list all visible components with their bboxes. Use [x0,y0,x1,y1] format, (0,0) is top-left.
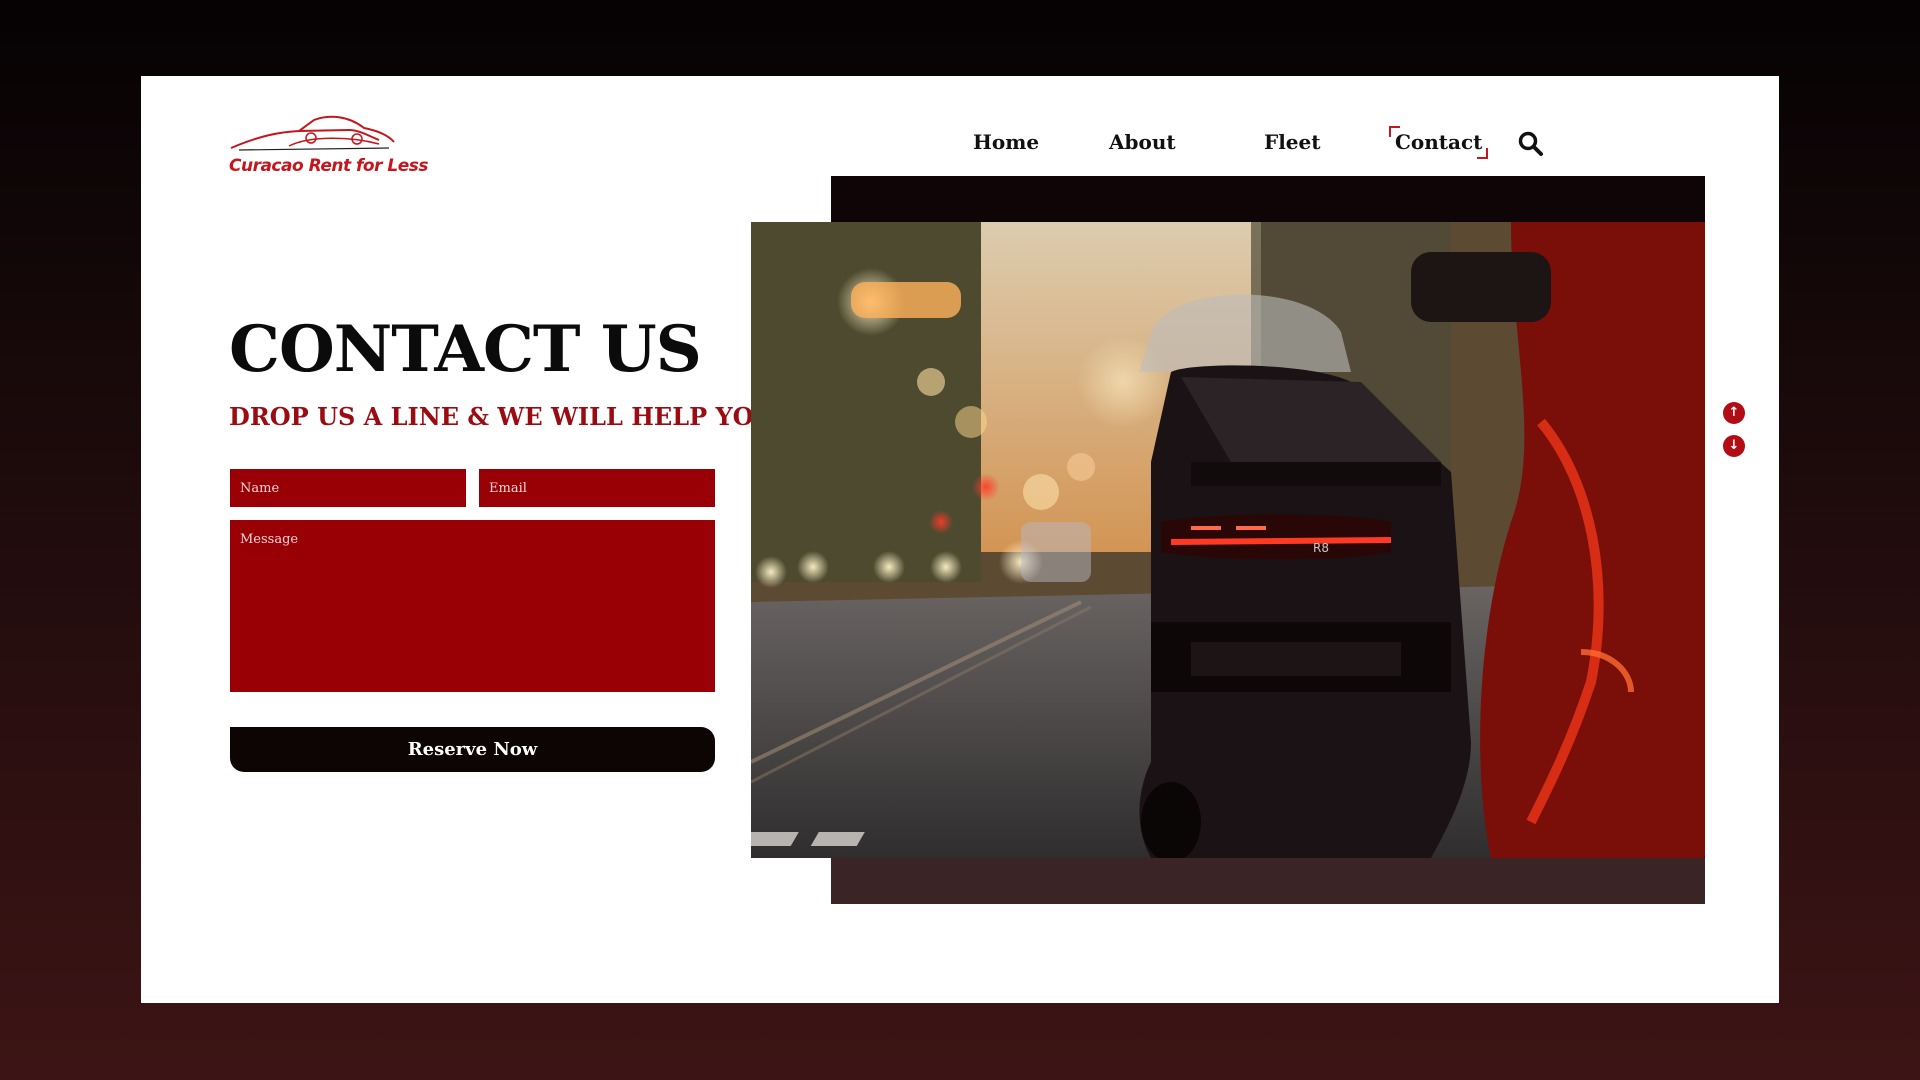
email-input[interactable] [479,469,715,507]
active-corner-top-left [1389,126,1400,137]
arrow-down-icon: ↓ [1728,438,1740,453]
car-photo: R8 [751,222,1705,858]
page-card: Curacao Rent for Less Home About Fleet C… [141,76,1779,1003]
name-input[interactable] [230,469,466,507]
car-photo-illustration: R8 [751,222,1705,858]
main-nav: Home About Fleet Contact [141,122,1779,162]
image-backdrop-bottom [831,856,1705,904]
car-badge-text: R8 [1313,541,1329,555]
page-subtitle: DROP US A LINE & WE WILL HELP YOU. [229,402,781,431]
nav-contact-label: Contact [1395,130,1483,154]
search-icon [1518,131,1543,156]
arrow-up-icon: ↑ [1728,405,1740,420]
scroll-down-button[interactable]: ↓ [1723,435,1745,457]
nav-about[interactable]: About [1109,122,1176,162]
scroll-up-button[interactable]: ↑ [1723,402,1745,424]
image-backdrop-top [831,176,1705,224]
nav-fleet[interactable]: Fleet [1264,122,1320,162]
nav-contact[interactable]: Contact [1389,122,1489,162]
active-corner-bottom-right [1477,148,1489,159]
search-button[interactable] [1517,130,1545,158]
nav-home[interactable]: Home [973,122,1039,162]
page-title: CONTACT US [229,312,702,387]
reserve-now-button[interactable]: Reserve Now [230,727,715,772]
message-textarea[interactable] [230,520,715,692]
